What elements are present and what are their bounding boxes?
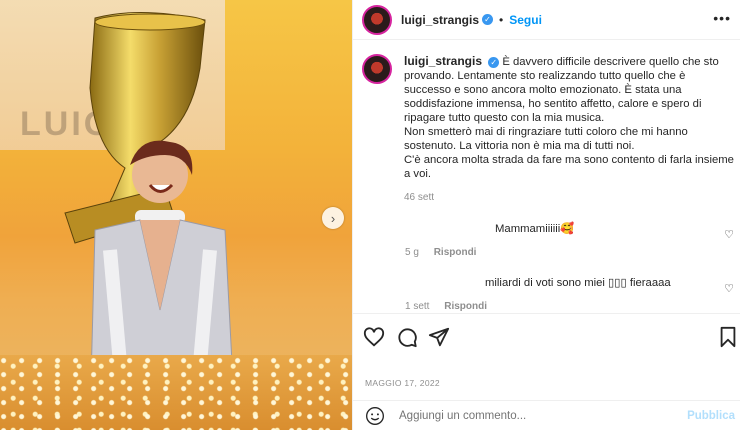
comment-text: Mammamiiiiii🥰 [495,223,575,235]
like-comment-heart-icon[interactable]: ♡ [724,282,734,295]
next-image-button[interactable]: › [322,207,344,229]
avatar[interactable] [362,4,392,35]
username-link[interactable]: luigi_strangis [401,13,479,27]
verified-badge-icon: ✓ [488,56,500,68]
like-heart-icon[interactable] [363,326,385,348]
comment-time: 1 sett [405,301,430,312]
reply-button[interactable]: Rispondi [434,247,477,258]
comment-time: 5 g [405,247,419,258]
action-bar [353,313,740,363]
like-comment-heart-icon[interactable]: ♡ [724,228,734,241]
post-date: MAGGIO 17, 2022 [365,378,440,388]
comment-composer: Pubblica [353,400,740,430]
separator-dot: • [499,12,504,27]
more-options-icon[interactable]: ••• [713,10,731,26]
stage-floor [0,355,352,430]
reply-button[interactable]: Rispondi [444,301,487,312]
caption-timestamp: 46 sett [404,192,435,203]
post-image[interactable]: LUIGI › [0,0,352,430]
comment-item: Mammamiiiiii🥰 5 g Rispondi [405,222,735,258]
share-paper-plane-icon[interactable] [428,326,450,348]
caption: luigi_strangis ✓ È davvero difficile des… [362,54,737,205]
comment-input[interactable] [399,409,688,422]
caption-text-2: Non smetterò mai di ringraziare tutti co… [404,126,688,152]
comment-item: miliardi di voti sono miei ▯▯▯ fieraaaa … [405,276,735,312]
verified-badge-icon: ✓ [482,14,494,25]
comment-bubble-icon[interactable] [396,326,418,348]
comment-text: miliardi di voti sono miei ▯▯▯ fieraaaa [485,277,671,289]
post-header: luigi_strangis ✓ • Segui ••• [353,0,740,40]
post-details-panel: luigi_strangis ✓ • Segui ••• luigi_stran… [352,0,740,430]
publish-button[interactable]: Pubblica [687,410,735,422]
bookmark-icon[interactable] [717,326,739,348]
follow-button[interactable]: Segui [509,13,542,27]
caption-username-link[interactable]: luigi_strangis [404,54,482,68]
caption-text-3: C'è ancora molta strada da fare ma sono … [404,154,734,180]
emoji-icon[interactable] [365,406,385,426]
caption-avatar[interactable] [362,54,392,84]
